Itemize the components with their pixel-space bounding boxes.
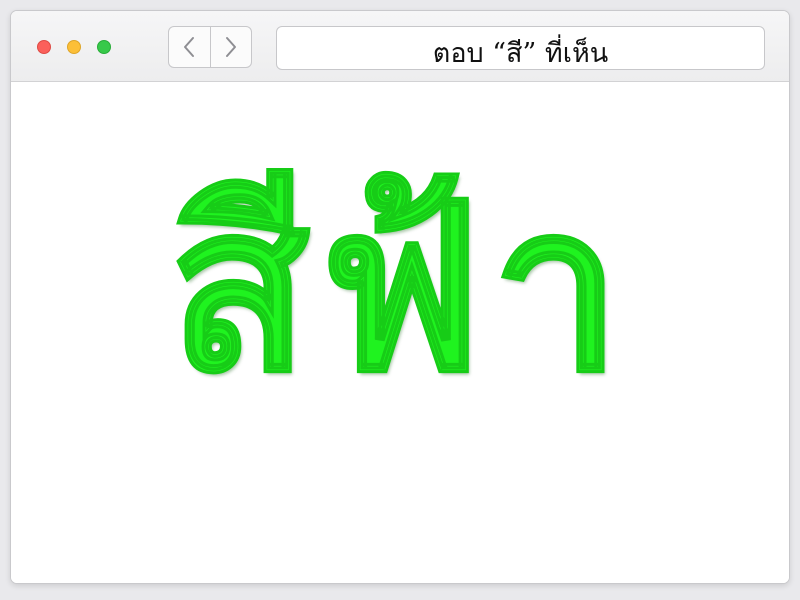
back-button[interactable] (169, 27, 210, 67)
page-content: สีฟ้า (11, 82, 789, 583)
close-window-button[interactable] (37, 40, 51, 54)
color-word: สีฟ้า (167, 155, 632, 425)
forward-button[interactable] (209, 27, 252, 67)
chevron-left-icon (184, 37, 195, 57)
chevron-right-icon (225, 37, 236, 57)
address-bar[interactable]: ตอบ “สี” ที่เห็น (276, 26, 765, 70)
browser-window: ตอบ “สี” ที่เห็น สีฟ้า (10, 10, 790, 584)
navigation-buttons (168, 26, 252, 68)
maximize-window-button[interactable] (97, 40, 111, 54)
address-text: ตอบ “สี” ที่เห็น (432, 38, 609, 69)
title-bar: ตอบ “สี” ที่เห็น (11, 11, 789, 82)
minimize-window-button[interactable] (67, 40, 81, 54)
